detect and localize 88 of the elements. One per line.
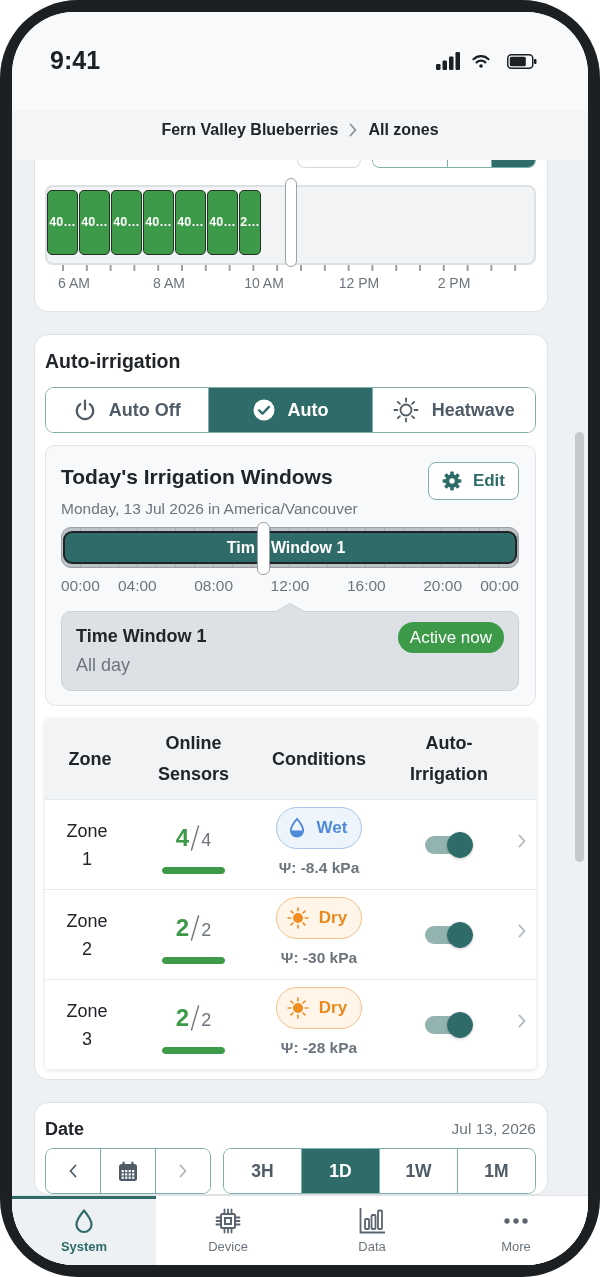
usage-block: 40… xyxy=(47,190,78,255)
usage-block: 2… xyxy=(239,190,261,255)
axis-label: 8 AM xyxy=(152,274,186,292)
sun-icon xyxy=(286,906,309,929)
mode-option[interactable]: Auto xyxy=(208,388,372,432)
check-circle-icon xyxy=(252,399,275,421)
sensor-total: 2 xyxy=(201,1009,212,1031)
column-header: Online Sensors xyxy=(156,732,230,786)
gear-icon xyxy=(441,471,462,491)
axis-label: 00:00 xyxy=(61,576,100,596)
date-caption: Monday, 13 Jul 2026 in America/Vancouver xyxy=(61,500,359,518)
online-count: 2 xyxy=(175,1005,190,1031)
bar-label: Window 1 xyxy=(270,537,346,558)
signal-icon xyxy=(436,52,460,70)
wifi-icon xyxy=(472,54,490,68)
column-header: Zone xyxy=(68,747,112,771)
online-count: 4 xyxy=(175,825,190,851)
popover-detail: All day xyxy=(76,654,132,677)
tab-item[interactable]: System xyxy=(12,1196,156,1265)
auto-irrigation-toggle[interactable] xyxy=(425,1011,473,1038)
popover-title: Time Window 1 xyxy=(76,625,207,648)
zone-name: Zone 2 xyxy=(65,909,109,961)
axis-label: 04:00 xyxy=(117,576,157,596)
bar-chart-icon xyxy=(358,1208,386,1234)
chip-icon xyxy=(215,1208,241,1234)
water-drop-icon xyxy=(73,1208,95,1234)
selected-date: Jul 13, 2026 xyxy=(451,1119,536,1139)
status-badge: Active now xyxy=(397,622,504,653)
online-count: 2 xyxy=(175,915,190,941)
fraction-slash-icon xyxy=(190,825,201,851)
axis-label: 20:00 xyxy=(423,576,463,596)
water-potential-reading: Ψ: -8.4 kPa xyxy=(278,858,360,877)
zone-name: Zone 1 xyxy=(65,819,109,871)
usage-block: 40… xyxy=(111,190,142,255)
chevron-right-icon xyxy=(349,123,358,137)
column-header: Auto-Irrigation xyxy=(409,732,489,786)
edit-button[interactable]: Edit xyxy=(427,462,519,500)
axis-label: 12:00 xyxy=(270,576,310,596)
fraction-slash-icon xyxy=(190,1005,201,1031)
auto-irrigation-toggle[interactable] xyxy=(425,831,473,858)
water-potential-reading: Ψ: -30 kPa xyxy=(280,948,358,967)
battery-icon xyxy=(507,53,537,69)
column-header: Conditions xyxy=(272,747,366,771)
axis-label: 08:00 xyxy=(194,576,234,596)
status-time: 9:41 xyxy=(50,45,101,75)
section-title: Date xyxy=(45,1118,84,1141)
panel-title: Today's Irrigation Windows xyxy=(61,464,333,490)
condition-label: Wet xyxy=(316,817,348,838)
chevron-right-icon xyxy=(179,1164,187,1178)
time-window-bar[interactable]: Tim Window 1 xyxy=(63,531,517,564)
usage-block: 40… xyxy=(207,190,238,255)
chevron-right-icon xyxy=(518,1013,526,1028)
fraction-slash-icon xyxy=(190,915,201,941)
range-option[interactable]: 1D xyxy=(301,1149,379,1193)
axis-label: 10 AM xyxy=(243,274,285,292)
auto-irrigation-toggle[interactable] xyxy=(425,921,473,948)
usage-block: 40… xyxy=(143,190,174,255)
chevron-right-icon xyxy=(518,923,526,938)
axis-label: 16:00 xyxy=(346,576,386,596)
sensor-total: 4 xyxy=(201,829,212,851)
axis-label: 2 PM xyxy=(436,274,472,292)
axis-label: 12 PM xyxy=(337,274,381,292)
chevron-left-icon xyxy=(69,1164,77,1178)
more-dots-icon xyxy=(504,1218,528,1224)
water-potential-reading: Ψ: -28 kPa xyxy=(280,1038,358,1057)
bar-label: Tim xyxy=(226,537,255,558)
usage-block: 40… xyxy=(79,190,110,255)
zone-name: Zone 3 xyxy=(65,999,109,1051)
time-handle[interactable] xyxy=(257,522,271,575)
scrollbar-thumb[interactable] xyxy=(575,432,584,862)
condition-label: Dry xyxy=(318,997,348,1018)
sun-icon xyxy=(392,397,419,423)
range-segment[interactable] xyxy=(491,160,535,167)
power-icon xyxy=(73,399,96,421)
chevron-right-icon xyxy=(518,833,526,848)
usage-block: 40… xyxy=(175,190,206,255)
axis-label: 00:00 xyxy=(480,576,519,596)
range-option[interactable]: 1M xyxy=(457,1149,535,1193)
sensor-total: 2 xyxy=(201,919,212,941)
breadcrumb-link[interactable]: Fern Valley Blueberries xyxy=(161,120,339,140)
axis-label: 6 AM xyxy=(57,274,91,292)
sun-icon xyxy=(286,996,309,1019)
condition-label: Dry xyxy=(318,907,348,928)
timeline-handle[interactable] xyxy=(284,178,297,267)
section-title: Auto-irrigation xyxy=(45,349,182,373)
breadcrumb-current: All zones xyxy=(368,120,439,140)
calendar-icon xyxy=(118,1160,138,1182)
mode-option[interactable]: Heatwave xyxy=(371,388,535,432)
